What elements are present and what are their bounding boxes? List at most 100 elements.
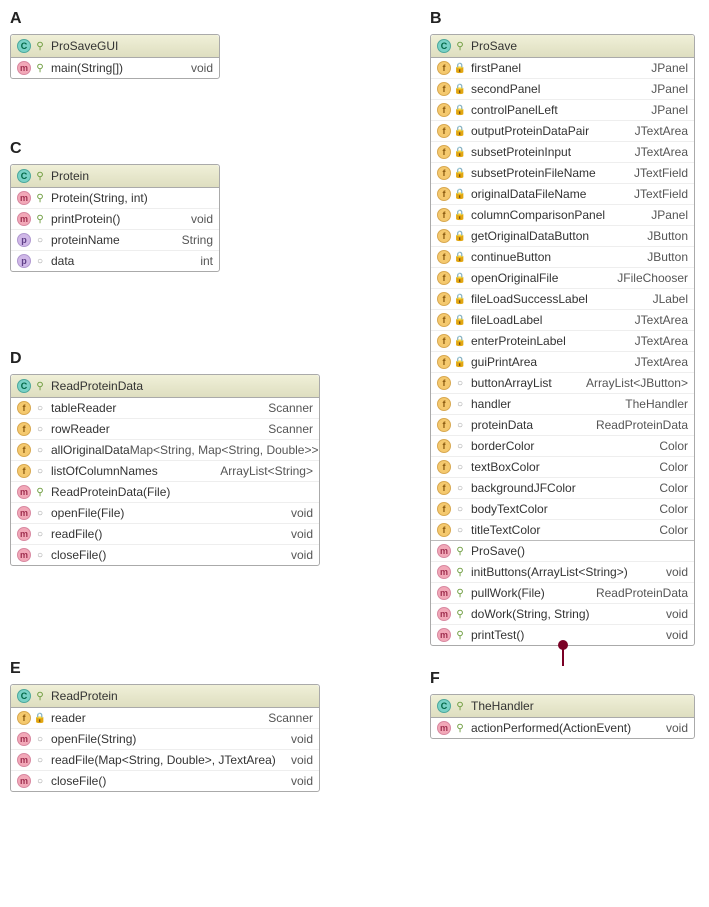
member-name: rowReader xyxy=(51,422,268,436)
member-name: printTest() xyxy=(471,628,666,642)
class-TheHandler: C ⚲ TheHandler m⚲actionPerformed(ActionE… xyxy=(430,694,695,739)
member-type: JTextArea xyxy=(635,355,688,369)
method-icon: m xyxy=(437,628,451,642)
member-name: continueButton xyxy=(471,250,647,264)
prop-icon: p xyxy=(17,233,31,247)
class-ReadProteinData: C ⚲ ReadProteinData f○tableReaderScanner… xyxy=(10,374,320,566)
member-type: void xyxy=(666,628,688,642)
method-icon: m xyxy=(17,61,31,75)
method-icon: m xyxy=(17,527,31,541)
member-name: titleTextColor xyxy=(471,523,659,537)
section-label-A: A xyxy=(10,10,320,28)
member-type: Scanner xyxy=(268,401,313,415)
member-type: JTextArea xyxy=(635,145,688,159)
field-icon: f xyxy=(437,229,451,243)
member-row: f🔒fileLoadSuccessLabelJLabel xyxy=(431,289,694,310)
member-row: f○handlerTheHandler xyxy=(431,394,694,415)
member-name: buttonArrayList xyxy=(471,376,586,390)
member-type: JPanel xyxy=(651,208,688,222)
vis-icon: ⚲ xyxy=(34,192,46,204)
vis-icon: ⚲ xyxy=(454,722,466,734)
member-type: JPanel xyxy=(651,61,688,75)
vis-icon: ⚲ xyxy=(34,62,46,74)
vis-icon: 🔒 xyxy=(454,335,466,347)
class-ReadProtein: C ⚲ ReadProtein f🔒readerScanner m○ openFil… xyxy=(10,684,320,792)
member-row: f○listOfColumnNamesArrayList<String> xyxy=(11,461,319,482)
member-row: m ⚲ main(String[]) void xyxy=(11,58,219,78)
member-row: f🔒originalDataFileNameJTextField xyxy=(431,184,694,205)
class-name: ProSave xyxy=(471,39,688,53)
field-icon: f xyxy=(437,292,451,306)
method-icon: m xyxy=(17,212,31,226)
vis-icon: ○ xyxy=(454,503,466,515)
vis-icon: 🔒 xyxy=(454,125,466,137)
member-name: openFile(String) xyxy=(51,732,291,746)
member-row: f🔒columnComparisonPanelJPanel xyxy=(431,205,694,226)
member-row: m○readFile()void xyxy=(11,524,319,545)
member-row: f○borderColorColor xyxy=(431,436,694,457)
class-header: C ⚲ ReadProtein xyxy=(11,685,319,708)
member-row: f🔒subsetProteinFileNameJTextField xyxy=(431,163,694,184)
member-type: void xyxy=(291,753,313,767)
member-row: m○closeFile()void xyxy=(11,771,319,791)
member-type: JTextArea xyxy=(635,124,688,138)
method-icon: m xyxy=(17,774,31,788)
field-icon: f xyxy=(437,397,451,411)
vis-icon: 🔒 xyxy=(454,293,466,305)
field-icon: f xyxy=(437,187,451,201)
member-row: f🔒guiPrintAreaJTextArea xyxy=(431,352,694,373)
vis-icon: ○ xyxy=(454,482,466,494)
member-type: Color xyxy=(659,460,688,474)
member-name: printProtein() xyxy=(51,212,191,226)
member-row: f○rowReaderScanner xyxy=(11,419,319,440)
vis-icon: ○ xyxy=(34,444,46,456)
member-type: void xyxy=(291,548,313,562)
member-row: f🔒readerScanner xyxy=(11,708,319,729)
method-icon: m xyxy=(17,485,31,499)
field-icon: f xyxy=(437,418,451,432)
class-icon: C xyxy=(17,169,31,183)
member-type: Scanner xyxy=(268,422,313,436)
member-type: void xyxy=(666,721,688,735)
vis-icon: 🔒 xyxy=(454,104,466,116)
class-Protein: C ⚲ Protein m⚲Protein(String, int)m⚲prin… xyxy=(10,164,220,272)
member-row: f🔒getOriginalDataButtonJButton xyxy=(431,226,694,247)
member-name: controlPanelLeft xyxy=(471,103,651,117)
class-ProSave: C ⚲ ProSave f🔒firstPanelJPanelf🔒secondPa… xyxy=(430,34,695,646)
member-type: JTextArea xyxy=(635,313,688,327)
method-icon: m xyxy=(17,753,31,767)
section-label-F: F xyxy=(430,670,695,688)
member-row: m⚲pullWork(File)ReadProteinData xyxy=(431,583,694,604)
class-icon: C xyxy=(17,379,31,393)
member-type: JTextField xyxy=(634,187,688,201)
member-type: Color xyxy=(659,502,688,516)
member-type: Scanner xyxy=(268,711,313,725)
vis-icon: ○ xyxy=(34,234,46,246)
member-name: doWork(String, String) xyxy=(471,607,666,621)
section-D: D C ⚲ ReadProteinData f○tableReaderScann… xyxy=(10,350,320,566)
vis-icon: ⚲ xyxy=(454,700,466,712)
member-name: openFile(File) xyxy=(51,506,291,520)
prop-icon: p xyxy=(17,254,31,268)
vis-icon: ○ xyxy=(34,754,46,766)
member-name: listOfColumnNames xyxy=(51,464,220,478)
member-row: f🔒firstPanelJPanel xyxy=(431,58,694,79)
method-icon: m xyxy=(17,191,31,205)
member-row: f🔒openOriginalFileJFileChooser xyxy=(431,268,694,289)
member-name: pullWork(File) xyxy=(471,586,596,600)
member-name: columnComparisonPanel xyxy=(471,208,651,222)
vis-icon: ○ xyxy=(454,398,466,410)
member-type: JTextArea xyxy=(635,334,688,348)
member-row: f○bodyTextColorColor xyxy=(431,499,694,520)
member-name: firstPanel xyxy=(471,61,651,75)
vis-icon: ○ xyxy=(454,524,466,536)
member-name: tableReader xyxy=(51,401,268,415)
member-type: JLabel xyxy=(653,292,688,306)
field-icon: f xyxy=(17,711,31,725)
field-icon: f xyxy=(437,523,451,537)
section-label-D: D xyxy=(10,350,320,368)
vis-icon: ⚲ xyxy=(454,40,466,52)
vis-icon: ○ xyxy=(454,461,466,473)
section-F: F C ⚲ TheHandler m⚲actionPerformed(Actio… xyxy=(430,670,695,739)
member-name: textBoxColor xyxy=(471,460,659,474)
